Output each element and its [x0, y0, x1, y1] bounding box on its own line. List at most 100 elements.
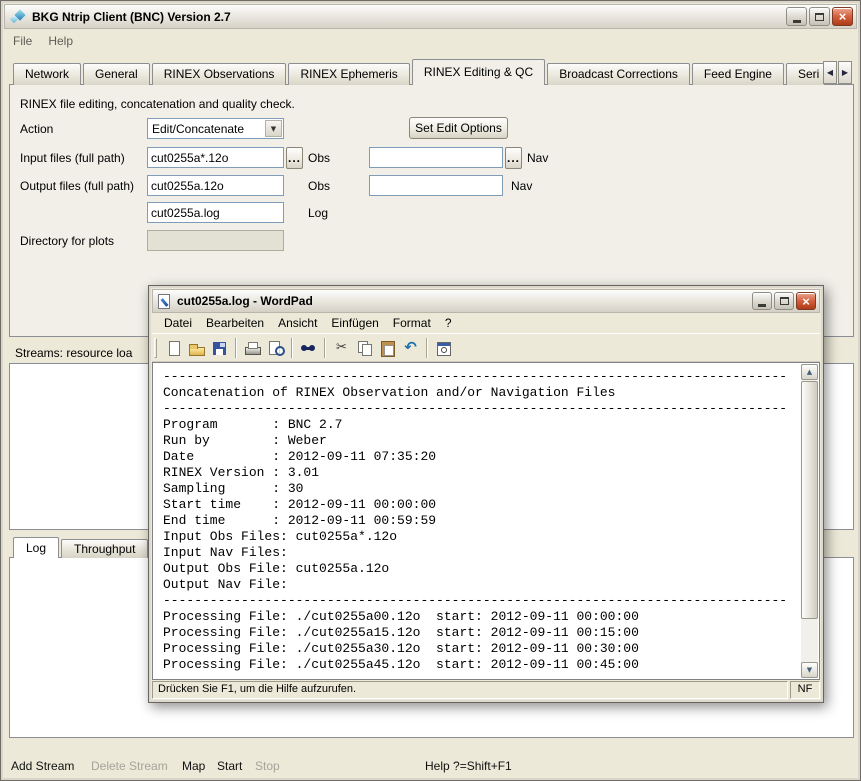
- input-files-label: Input files (full path): [20, 151, 125, 165]
- tab-rinex-editing-qc[interactable]: RINEX Editing & QC: [412, 59, 545, 85]
- wordpad-close-button[interactable]: ×: [796, 292, 816, 310]
- open-folder-icon: [188, 340, 205, 356]
- tab-rinex-observations[interactable]: RINEX Observations: [152, 63, 287, 85]
- save-button[interactable]: [208, 336, 231, 360]
- menu-einfuegen[interactable]: Einfügen: [324, 314, 385, 332]
- toolbar-separator: [426, 338, 428, 358]
- input-obs-browse-button[interactable]: ...: [286, 147, 303, 169]
- date-time-button[interactable]: [432, 336, 455, 360]
- action-select[interactable]: Edit/Concatenate ▼: [147, 118, 284, 139]
- action-label: Action: [20, 122, 53, 136]
- print-button[interactable]: [241, 336, 264, 360]
- chevron-down-icon: ▼: [265, 120, 282, 137]
- log-tab-bar: Log Throughput: [13, 537, 150, 558]
- cut-button[interactable]: ✂: [330, 336, 353, 360]
- input-obs-suffix-label: Obs: [308, 151, 330, 165]
- date-time-icon: [435, 340, 452, 356]
- find-button[interactable]: [297, 336, 320, 360]
- output-obs-suffix-label: Obs: [308, 179, 330, 193]
- output-nav-field[interactable]: [369, 175, 503, 196]
- copy-button[interactable]: [353, 336, 376, 360]
- print-preview-button[interactable]: [264, 336, 287, 360]
- tab-scroll-right-button[interactable]: ▶: [838, 61, 852, 84]
- app-icon: [10, 9, 26, 25]
- paste-button[interactable]: [376, 336, 399, 360]
- wordpad-title: cut0255a.log - WordPad: [177, 294, 313, 308]
- minimize-icon: [793, 20, 801, 23]
- action-selected-value: Edit/Concatenate: [148, 122, 264, 136]
- set-edit-options-button[interactable]: Set Edit Options: [409, 117, 508, 139]
- wordpad-status-bar: Drücken Sie F1, um die Hilfe aufzurufen.…: [152, 681, 820, 699]
- delete-stream-button: Delete Stream: [91, 759, 168, 773]
- output-nav-suffix-label: Nav: [511, 179, 532, 193]
- add-stream-button[interactable]: Add Stream: [11, 759, 74, 773]
- maximize-icon: [780, 297, 789, 305]
- menu-format[interactable]: Format: [386, 314, 438, 332]
- output-log-field[interactable]: [147, 202, 284, 223]
- streams-header: Streams: resource loa: [15, 346, 132, 360]
- scroll-up-button[interactable]: ▲: [801, 364, 818, 380]
- undo-icon: ↶: [404, 340, 417, 355]
- wordpad-window: cut0255a.log - WordPad × Datei Bearbeite…: [148, 285, 824, 703]
- output-obs-field[interactable]: [147, 175, 284, 196]
- wordpad-minimize-button[interactable]: [752, 292, 772, 310]
- bottom-toolbar: Add Stream Delete Stream Map Start Stop …: [1, 751, 860, 781]
- document-area: ----------------------------------------…: [152, 362, 820, 680]
- scrollbar-thumb[interactable]: [801, 381, 818, 619]
- print-icon: [244, 340, 261, 356]
- wordpad-toolbar: ✂ ↶: [152, 333, 820, 362]
- open-button[interactable]: [185, 336, 208, 360]
- log-suffix-label: Log: [308, 206, 328, 220]
- cut-icon: ✂: [336, 341, 347, 354]
- tab-serial-output[interactable]: Seri: [786, 63, 824, 85]
- copy-icon: [356, 340, 373, 356]
- toolbar-separator: [324, 338, 326, 358]
- close-button[interactable]: ×: [832, 7, 853, 26]
- wordpad-maximize-button[interactable]: [774, 292, 794, 310]
- new-document-icon: [165, 340, 182, 356]
- menu-datei[interactable]: Datei: [157, 314, 199, 332]
- output-files-label: Output files (full path): [20, 179, 134, 193]
- toolbar-separator: [235, 338, 237, 358]
- toolbar-separator: [291, 338, 293, 358]
- input-obs-field[interactable]: [147, 147, 284, 168]
- new-button[interactable]: [162, 336, 185, 360]
- tab-feed-engine[interactable]: Feed Engine: [692, 63, 784, 85]
- tab-network[interactable]: Network: [13, 63, 81, 85]
- input-nav-suffix-label: Nav: [527, 151, 548, 165]
- window-controls: ×: [786, 7, 853, 26]
- tab-general[interactable]: General: [83, 63, 150, 85]
- minimize-icon: [758, 304, 766, 307]
- toolbar-grip[interactable]: [154, 338, 157, 358]
- scroll-down-button[interactable]: ▼: [801, 662, 818, 678]
- menu-file[interactable]: File: [5, 32, 40, 50]
- wordpad-window-controls: ×: [752, 292, 816, 310]
- undo-button[interactable]: ↶: [399, 336, 422, 360]
- tab-broadcast-corrections[interactable]: Broadcast Corrections: [547, 63, 690, 85]
- menu-help[interactable]: Help: [40, 32, 81, 50]
- help-button[interactable]: Help ?=Shift+F1: [425, 759, 512, 773]
- menu-hilfe[interactable]: ?: [438, 314, 459, 332]
- minimize-button[interactable]: [786, 7, 807, 26]
- panel-description: RINEX file editing, concatenation and qu…: [20, 97, 295, 111]
- input-nav-field[interactable]: [369, 147, 503, 168]
- map-button[interactable]: Map: [182, 759, 205, 773]
- main-tab-bar: Network General RINEX Observations RINEX…: [13, 59, 824, 85]
- tab-throughput[interactable]: Throughput: [61, 539, 148, 558]
- input-nav-browse-button[interactable]: ...: [505, 147, 522, 169]
- maximize-button[interactable]: [809, 7, 830, 26]
- menu-bearbeiten[interactable]: Bearbeiten: [199, 314, 271, 332]
- main-title-bar: BKG Ntrip Client (BNC) Version 2.7 ×: [4, 4, 857, 29]
- status-message: Drücken Sie F1, um die Hilfe aufzurufen.: [152, 681, 788, 699]
- main-menu-bar: File Help: [5, 30, 856, 51]
- tab-rinex-ephemeris[interactable]: RINEX Ephemeris: [288, 63, 409, 85]
- plots-directory-label: Directory for plots: [20, 234, 114, 248]
- document-text[interactable]: ----------------------------------------…: [153, 363, 819, 673]
- plots-directory-field: [147, 230, 284, 251]
- tab-log[interactable]: Log: [13, 537, 59, 558]
- tab-scroll-left-button[interactable]: ◀: [823, 61, 837, 84]
- menu-ansicht[interactable]: Ansicht: [271, 314, 324, 332]
- start-button[interactable]: Start: [217, 759, 242, 773]
- print-preview-icon: [267, 340, 284, 356]
- vertical-scrollbar[interactable]: ▲ ▼: [801, 364, 818, 678]
